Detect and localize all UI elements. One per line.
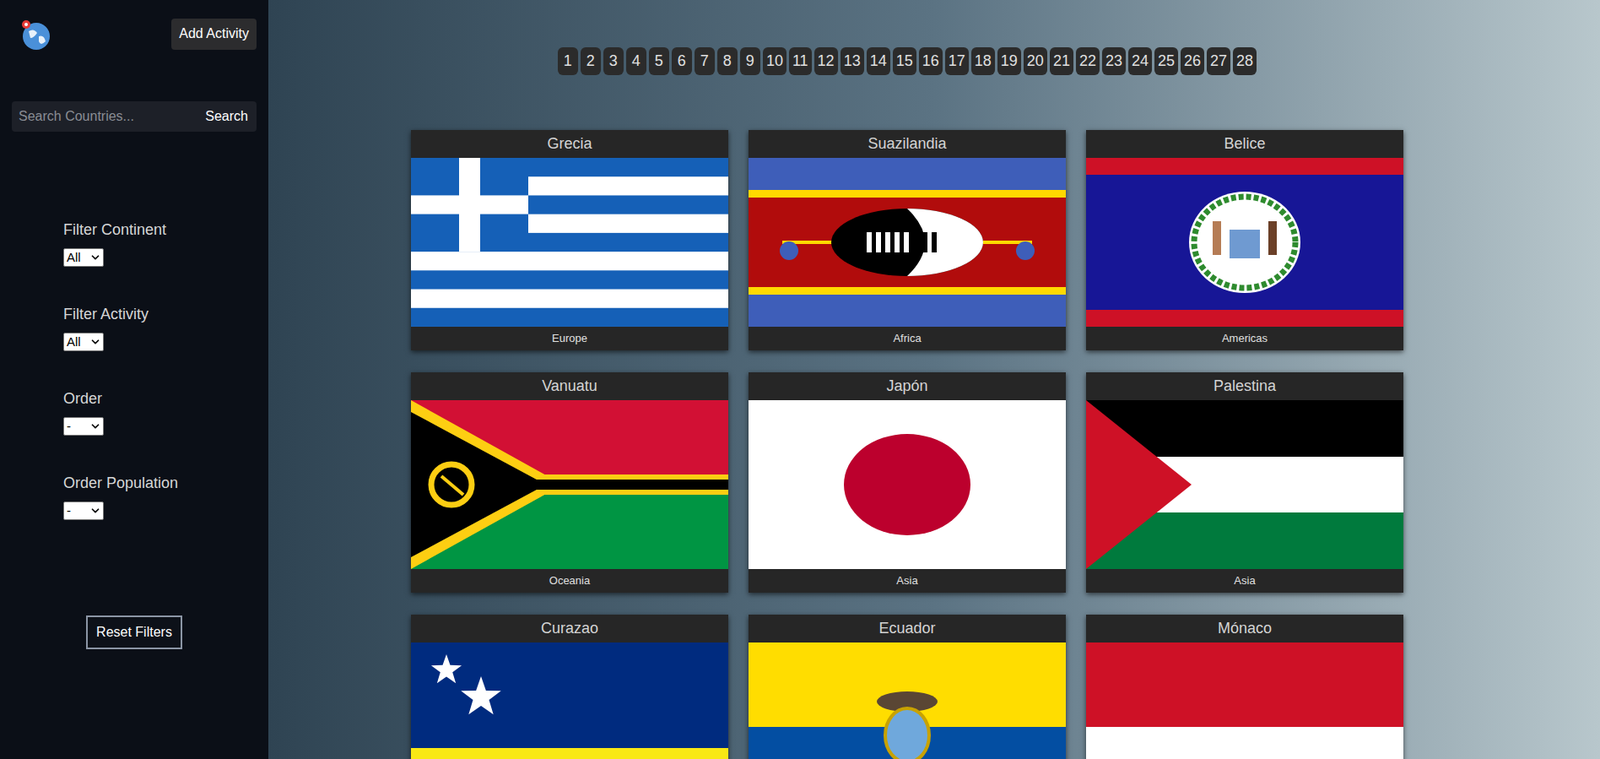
app: Add ActivitySearchFilter ContinentAllFil…	[0, 0, 1600, 759]
sidebar: Add ActivitySearchFilter ContinentAllFil…	[0, 0, 269, 759]
country-card[interactable]: Japón Asia	[748, 372, 1066, 593]
page-button[interactable]: 13	[840, 47, 865, 76]
flag-icon	[1086, 157, 1404, 327]
page-button[interactable]: 25	[1154, 47, 1179, 76]
search-button[interactable]: Search	[201, 106, 252, 127]
reset-filters-button[interactable]: Reset Filters	[86, 615, 183, 649]
page-button[interactable]: 7	[694, 47, 715, 76]
chevron-down-icon	[89, 504, 102, 517]
page-button[interactable]: 10	[762, 47, 787, 76]
page-button[interactable]: 24	[1128, 47, 1152, 76]
country-name: Grecia	[410, 129, 729, 158]
country-continent: Americas	[1086, 326, 1404, 351]
country-card[interactable]: Belice Americas	[1086, 129, 1404, 351]
filter-label: Filter Continent	[63, 219, 167, 240]
filter: Filter Activity All	[63, 303, 257, 352]
filter-select[interactable]: All	[63, 248, 104, 267]
page-button[interactable]: 9	[740, 47, 761, 76]
country-name: Suazilandia	[748, 129, 1066, 158]
main-content: 1234567891011121314151617181920212223242…	[268, 0, 1600, 759]
country-name: Palestina	[1086, 372, 1404, 400]
country-card[interactable]: Curazao	[410, 614, 729, 759]
page-button[interactable]: 21	[1049, 47, 1074, 76]
page-button[interactable]: 26	[1180, 47, 1205, 76]
sidebar-header: Add Activity	[11, 16, 257, 52]
page-button[interactable]: 3	[603, 47, 624, 76]
add-activity-button[interactable]: Add Activity	[171, 18, 257, 50]
filter: Order Population -	[63, 472, 257, 520]
country-name: Japón	[748, 372, 1066, 400]
page-button[interactable]: 15	[892, 47, 917, 76]
globe-logo-icon[interactable]	[18, 17, 53, 52]
page-button[interactable]: 20	[1023, 47, 1048, 76]
filter-label: Order	[63, 388, 103, 409]
page-button[interactable]: 14	[866, 47, 891, 76]
page-button[interactable]: 4	[626, 47, 647, 76]
country-continent: Europe	[410, 326, 729, 351]
country-card[interactable]: Palestina Asia	[1086, 372, 1404, 593]
pagination: 1234567891011121314151617181920212223242…	[410, 47, 1404, 76]
flag-icon	[748, 642, 1066, 759]
page-button[interactable]: 1	[557, 47, 579, 76]
flag-icon	[410, 400, 729, 569]
page-button[interactable]: 18	[971, 47, 995, 76]
filter-select[interactable]: -	[63, 416, 104, 436]
country-card[interactable]: Ecuador	[748, 614, 1066, 759]
country-name: Vanuatu	[410, 372, 729, 400]
country-grid: Grecia Europe Suazilandia Africa Belice Ameri…	[410, 129, 1600, 759]
flag-icon	[1086, 642, 1404, 759]
page-button[interactable]: 2	[580, 47, 601, 76]
country-card[interactable]: Grecia Europe	[410, 129, 729, 351]
country-name: Curazao	[410, 614, 729, 643]
search-bar: Search	[11, 101, 257, 132]
country-continent: Oceania	[410, 568, 729, 593]
flag-icon	[410, 157, 729, 327]
chevron-down-icon	[89, 420, 102, 433]
page-button[interactable]: 5	[648, 47, 670, 76]
country-name: Mónaco	[1086, 614, 1404, 643]
country-continent: Asia	[1086, 568, 1404, 593]
page-button[interactable]: 28	[1232, 47, 1257, 76]
page-button[interactable]: 19	[997, 47, 1022, 76]
country-continent: Asia	[748, 568, 1066, 593]
filter-select[interactable]: -	[63, 501, 104, 520]
chevron-down-icon	[89, 251, 102, 264]
filter-select[interactable]: All	[63, 332, 104, 352]
filter: Filter Continent All	[63, 219, 257, 267]
country-card[interactable]: Vanuatu Oceania	[410, 372, 729, 593]
chevron-down-icon	[89, 335, 102, 348]
page-button[interactable]: 16	[918, 47, 943, 76]
country-card[interactable]: Mónaco	[1086, 614, 1404, 759]
filter-label: Order Population	[63, 472, 179, 493]
country-continent: Africa	[748, 326, 1066, 351]
page-button[interactable]: 11	[789, 47, 812, 76]
flag-icon	[410, 642, 729, 759]
country-name: Belice	[1086, 129, 1404, 158]
country-card[interactable]: Suazilandia Africa	[748, 129, 1066, 351]
page-button[interactable]: 8	[717, 47, 738, 76]
page-button[interactable]: 12	[814, 47, 838, 76]
filter-label: Filter Activity	[63, 303, 149, 325]
search-input[interactable]	[18, 106, 202, 127]
filter: Order -	[63, 388, 257, 436]
flag-icon	[1086, 400, 1404, 569]
filters: Filter Continent All Filter Activity All Ord…	[11, 219, 257, 520]
flag-icon	[748, 400, 1066, 569]
page-button[interactable]: 27	[1206, 47, 1231, 76]
flag-icon	[748, 157, 1066, 327]
page-button[interactable]: 6	[671, 47, 692, 76]
country-name: Ecuador	[748, 614, 1066, 643]
page-button[interactable]: 23	[1102, 47, 1126, 76]
page-button[interactable]: 22	[1075, 47, 1100, 76]
page-button[interactable]: 17	[945, 47, 969, 76]
